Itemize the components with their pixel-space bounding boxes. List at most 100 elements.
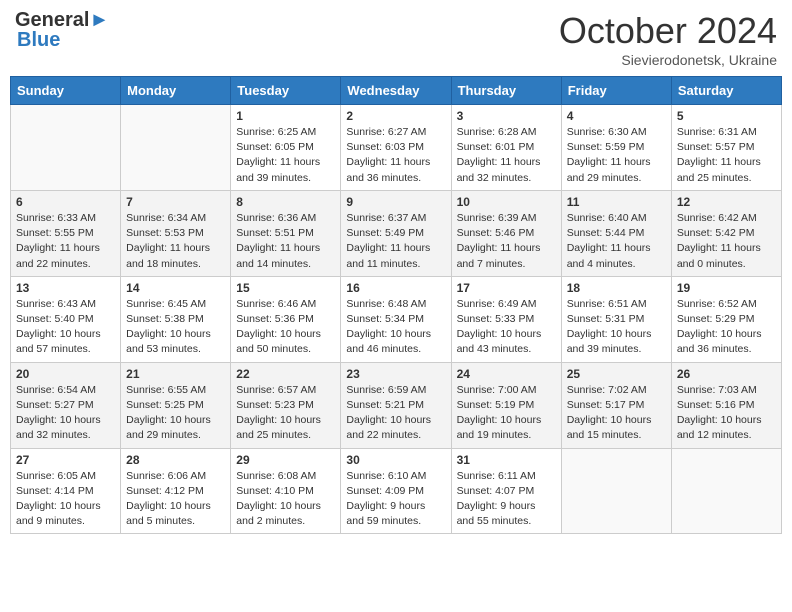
weekday-header-cell: Wednesday [341, 77, 451, 105]
day-info: Sunrise: 6:42 AM Sunset: 5:42 PM Dayligh… [677, 211, 776, 272]
day-number: 11 [567, 195, 666, 209]
day-number: 29 [236, 453, 335, 467]
day-number: 19 [677, 281, 776, 295]
day-info: Sunrise: 6:59 AM Sunset: 5:21 PM Dayligh… [346, 383, 445, 444]
calendar-day-cell: 13Sunrise: 6:43 AM Sunset: 5:40 PM Dayli… [11, 276, 121, 362]
weekday-header-cell: Monday [121, 77, 231, 105]
day-info: Sunrise: 6:43 AM Sunset: 5:40 PM Dayligh… [16, 297, 115, 358]
calendar-day-cell: 5 Sunrise: 6:31 AM Sunset: 5:57 PM Daylig… [671, 105, 781, 191]
day-info: Sunrise: 6:48 AM Sunset: 5:34 PM Dayligh… [346, 297, 445, 358]
calendar-day-cell: 21 Sunrise: 6:55 AM Sunset: 5:25 PM Dayli… [121, 362, 231, 448]
weekday-header-cell: Thursday [451, 77, 561, 105]
calendar-day-cell: 16 Sunrise: 6:48 AM Sunset: 5:34 PM Dayli… [341, 276, 451, 362]
day-number: 3 [457, 109, 556, 123]
day-info: Sunrise: 6:28 AM Sunset: 6:01 PM Dayligh… [457, 125, 556, 186]
calendar-day-cell: 19 Sunrise: 6:52 AM Sunset: 5:29 PM Dayli… [671, 276, 781, 362]
day-info: Sunrise: 6:54 AM Sunset: 5:27 PM Dayligh… [16, 383, 115, 444]
calendar-week-row: 6 Sunrise: 6:33 AM Sunset: 5:55 PM Daylig… [11, 190, 782, 276]
day-number: 15 [236, 281, 335, 295]
day-number: 2 [346, 109, 445, 123]
weekday-header-cell: Sunday [11, 77, 121, 105]
calendar-day-cell: 22Sunrise: 6:57 AM Sunset: 5:23 PM Dayli… [231, 362, 341, 448]
calendar-day-cell: 26 Sunrise: 7:03 AM Sunset: 5:16 PM Dayli… [671, 362, 781, 448]
calendar-day-cell: 24 Sunrise: 7:00 AM Sunset: 5:19 PM Dayli… [451, 362, 561, 448]
calendar-day-cell [561, 448, 671, 534]
calendar-day-cell: 15 Sunrise: 6:46 AM Sunset: 5:36 PM Dayli… [231, 276, 341, 362]
day-number: 26 [677, 367, 776, 381]
day-info: Sunrise: 6:27 AM Sunset: 6:03 PM Dayligh… [346, 125, 445, 186]
day-number: 7 [126, 195, 225, 209]
calendar-day-cell: 27 Sunrise: 6:05 AM Sunset: 4:14 PM Dayli… [11, 448, 121, 534]
calendar-day-cell: 14Sunrise: 6:45 AM Sunset: 5:38 PM Dayli… [121, 276, 231, 362]
calendar-week-row: 13Sunrise: 6:43 AM Sunset: 5:40 PM Dayli… [11, 276, 782, 362]
calendar-day-cell: 20 Sunrise: 6:54 AM Sunset: 5:27 PM Dayli… [11, 362, 121, 448]
day-number: 17 [457, 281, 556, 295]
day-info: Sunrise: 6:37 AM Sunset: 5:49 PM Dayligh… [346, 211, 445, 272]
day-number: 10 [457, 195, 556, 209]
day-info: Sunrise: 6:46 AM Sunset: 5:36 PM Dayligh… [236, 297, 335, 358]
weekday-header-row: SundayMondayTuesdayWednesdayThursdayFrid… [11, 77, 782, 105]
day-info: Sunrise: 6:34 AM Sunset: 5:53 PM Dayligh… [126, 211, 225, 272]
day-number: 24 [457, 367, 556, 381]
calendar-day-cell: 7 Sunrise: 6:34 AM Sunset: 5:53 PM Daylig… [121, 190, 231, 276]
day-number: 18 [567, 281, 666, 295]
weekday-header-cell: Tuesday [231, 77, 341, 105]
title-block: October 2024 Sievierodonetsk, Ukraine [559, 10, 777, 68]
calendar-day-cell: 25 Sunrise: 7:02 AM Sunset: 5:17 PM Dayli… [561, 362, 671, 448]
day-number: 21 [126, 367, 225, 381]
day-number: 25 [567, 367, 666, 381]
day-number: 16 [346, 281, 445, 295]
calendar-day-cell: 8Sunrise: 6:36 AM Sunset: 5:51 PM Daylig… [231, 190, 341, 276]
calendar-day-cell [11, 105, 121, 191]
day-number: 9 [346, 195, 445, 209]
calendar-day-cell: 12 Sunrise: 6:42 AM Sunset: 5:42 PM Dayli… [671, 190, 781, 276]
day-info: Sunrise: 7:03 AM Sunset: 5:16 PM Dayligh… [677, 383, 776, 444]
day-info: Sunrise: 6:55 AM Sunset: 5:25 PM Dayligh… [126, 383, 225, 444]
day-info: Sunrise: 6:10 AM Sunset: 4:09 PM Dayligh… [346, 469, 445, 530]
calendar-day-cell: 9 Sunrise: 6:37 AM Sunset: 5:49 PM Daylig… [341, 190, 451, 276]
day-number: 31 [457, 453, 556, 467]
calendar-day-cell: 2 Sunrise: 6:27 AM Sunset: 6:03 PM Daylig… [341, 105, 451, 191]
day-info: Sunrise: 6:49 AM Sunset: 5:33 PM Dayligh… [457, 297, 556, 358]
calendar-day-cell: 11 Sunrise: 6:40 AM Sunset: 5:44 PM Dayli… [561, 190, 671, 276]
day-info: Sunrise: 6:51 AM Sunset: 5:31 PM Dayligh… [567, 297, 666, 358]
location-subtitle: Sievierodonetsk, Ukraine [559, 52, 777, 68]
calendar-day-cell: 18 Sunrise: 6:51 AM Sunset: 5:31 PM Dayli… [561, 276, 671, 362]
calendar-day-cell: 31 Sunrise: 6:11 AM Sunset: 4:07 PM Dayli… [451, 448, 561, 534]
day-info: Sunrise: 6:11 AM Sunset: 4:07 PM Dayligh… [457, 469, 556, 530]
calendar-week-row: 1Sunrise: 6:25 AM Sunset: 6:05 PM Daylig… [11, 105, 782, 191]
calendar-day-cell: 30Sunrise: 6:10 AM Sunset: 4:09 PM Dayli… [341, 448, 451, 534]
calendar-week-row: 27 Sunrise: 6:05 AM Sunset: 4:14 PM Dayli… [11, 448, 782, 534]
day-info: Sunrise: 6:06 AM Sunset: 4:12 PM Dayligh… [126, 469, 225, 530]
day-info: Sunrise: 6:05 AM Sunset: 4:14 PM Dayligh… [16, 469, 115, 530]
day-number: 23 [346, 367, 445, 381]
day-number: 6 [16, 195, 115, 209]
calendar-day-cell: 1Sunrise: 6:25 AM Sunset: 6:05 PM Daylig… [231, 105, 341, 191]
calendar-day-cell: 17 Sunrise: 6:49 AM Sunset: 5:33 PM Dayli… [451, 276, 561, 362]
day-info: Sunrise: 6:31 AM Sunset: 5:57 PM Dayligh… [677, 125, 776, 186]
calendar-day-cell: 6 Sunrise: 6:33 AM Sunset: 5:55 PM Daylig… [11, 190, 121, 276]
day-number: 12 [677, 195, 776, 209]
day-info: Sunrise: 6:33 AM Sunset: 5:55 PM Dayligh… [16, 211, 115, 272]
day-info: Sunrise: 6:40 AM Sunset: 5:44 PM Dayligh… [567, 211, 666, 272]
calendar-day-cell: 23 Sunrise: 6:59 AM Sunset: 5:21 PM Dayli… [341, 362, 451, 448]
weekday-header-cell: Friday [561, 77, 671, 105]
day-number: 20 [16, 367, 115, 381]
day-number: 27 [16, 453, 115, 467]
month-title: October 2024 [559, 10, 777, 52]
day-number: 5 [677, 109, 776, 123]
calendar-day-cell: 29Sunrise: 6:08 AM Sunset: 4:10 PM Dayli… [231, 448, 341, 534]
page-header: General► Blue October 2024 Sievierodonet… [10, 10, 782, 68]
calendar-day-cell: 3 Sunrise: 6:28 AM Sunset: 6:01 PM Daylig… [451, 105, 561, 191]
calendar-day-cell [671, 448, 781, 534]
calendar-table: SundayMondayTuesdayWednesdayThursdayFrid… [10, 76, 782, 534]
calendar-day-cell: 28 Sunrise: 6:06 AM Sunset: 4:12 PM Dayli… [121, 448, 231, 534]
day-info: Sunrise: 7:00 AM Sunset: 5:19 PM Dayligh… [457, 383, 556, 444]
day-info: Sunrise: 6:39 AM Sunset: 5:46 PM Dayligh… [457, 211, 556, 272]
weekday-header-cell: Saturday [671, 77, 781, 105]
day-info: Sunrise: 6:57 AM Sunset: 5:23 PM Dayligh… [236, 383, 335, 444]
day-number: 1 [236, 109, 335, 123]
day-info: Sunrise: 7:02 AM Sunset: 5:17 PM Dayligh… [567, 383, 666, 444]
day-number: 28 [126, 453, 225, 467]
day-info: Sunrise: 6:52 AM Sunset: 5:29 PM Dayligh… [677, 297, 776, 358]
